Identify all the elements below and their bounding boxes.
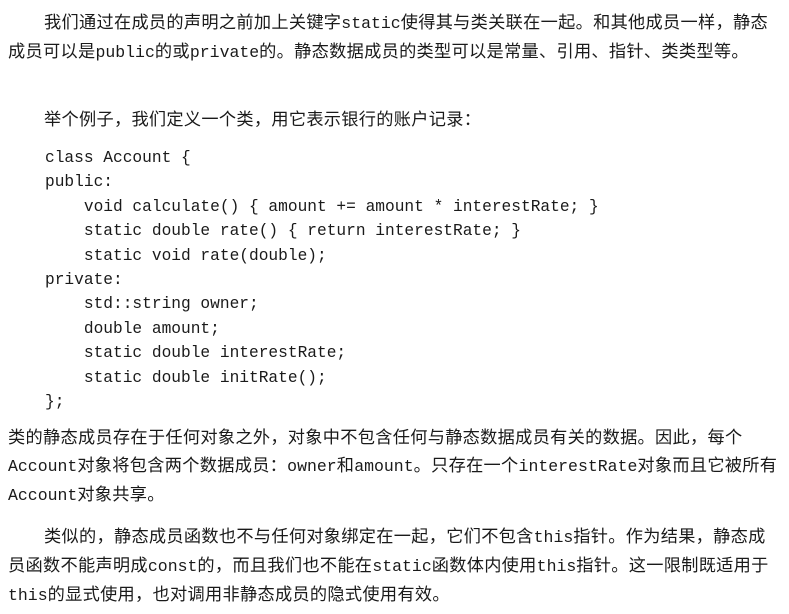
code-line: public: (45, 173, 113, 192)
inline-code: this (533, 528, 574, 547)
text-run: 函数体内使用 (431, 556, 537, 576)
text-run: 类似的，静态成员函数也不与任何对象绑定在一起，它们不包含 (44, 527, 534, 547)
book-page: 我们通过在成员的声明之前加上关键字static使得其与类关联在一起。和其他成员一… (0, 0, 789, 614)
text-run: 对象而且它被所有 (637, 456, 778, 476)
text-run: 对象共享。 (77, 485, 165, 505)
inline-code: private (189, 43, 260, 62)
code-line: class Account { (45, 149, 191, 167)
code-line: double amount; (45, 319, 220, 338)
inline-code: interestRate (518, 457, 638, 476)
inline-code: Account (8, 457, 78, 476)
code-line: static double interestRate; (45, 344, 347, 363)
code-line: static double rate() { return interestRa… (45, 222, 521, 241)
inline-code: this (8, 586, 48, 605)
text-run: 。只存在一个 (413, 456, 519, 476)
code-line: static double initRate(); (45, 368, 327, 387)
code-line: private: (45, 270, 123, 289)
inline-code: amount (354, 457, 414, 476)
text-run: 的显式使用，也对调用非静态成员的隐式使用有效。 (47, 585, 450, 605)
text-run: 指针。这一限制既适用于 (576, 556, 769, 576)
code-listing-account-class: class Account { public: void calculate()… (45, 146, 745, 414)
code-line: }; (45, 392, 65, 411)
text-run: 举个例子，我们定义一个类，用它表示银行的账户记录： (44, 110, 482, 130)
text-run: 对象将包含两个数据成员： (77, 456, 288, 476)
text-run: 我们通过在成员的声明之前加上关键字 (44, 13, 342, 33)
inline-code: const (147, 557, 198, 576)
inline-code: this (536, 557, 577, 576)
inline-code: static (341, 14, 401, 33)
code-line: void calculate() { amount += amount * in… (45, 197, 599, 216)
text-run: 的。静态数据成员的类型可以是常量、引用、指针、类类型等。 (259, 42, 749, 62)
text-run: 的，而且我们也不能在 (197, 556, 373, 576)
paragraph-static-functions: 类似的，静态成员函数也不与任何对象绑定在一起，它们不包含this指针。作为结果，… (8, 523, 783, 610)
inline-code: static (372, 557, 432, 576)
text-run: 和 (336, 456, 355, 476)
paragraph-static-members-intro: 我们通过在成员的声明之前加上关键字static使得其与类关联在一起。和其他成员一… (8, 9, 783, 67)
paragraph-example-intro: 举个例子，我们定义一个类，用它表示银行的账户记录： (8, 106, 783, 134)
paragraph-static-data-explanation: 类的静态成员存在于任何对象之外，对象中不包含任何与静态数据成员有关的数据。因此，… (8, 424, 783, 510)
code-line: std::string owner; (45, 295, 259, 314)
text-run: 的或 (154, 42, 190, 62)
inline-code: owner (287, 457, 337, 476)
inline-code: public (95, 43, 155, 62)
text-run: 类的静态成员存在于任何对象之外，对象中不包含任何与静态数据成员有关的数据。因此，… (8, 428, 743, 448)
code-line: static void rate(double); (45, 246, 327, 265)
inline-code: Account (8, 486, 78, 505)
